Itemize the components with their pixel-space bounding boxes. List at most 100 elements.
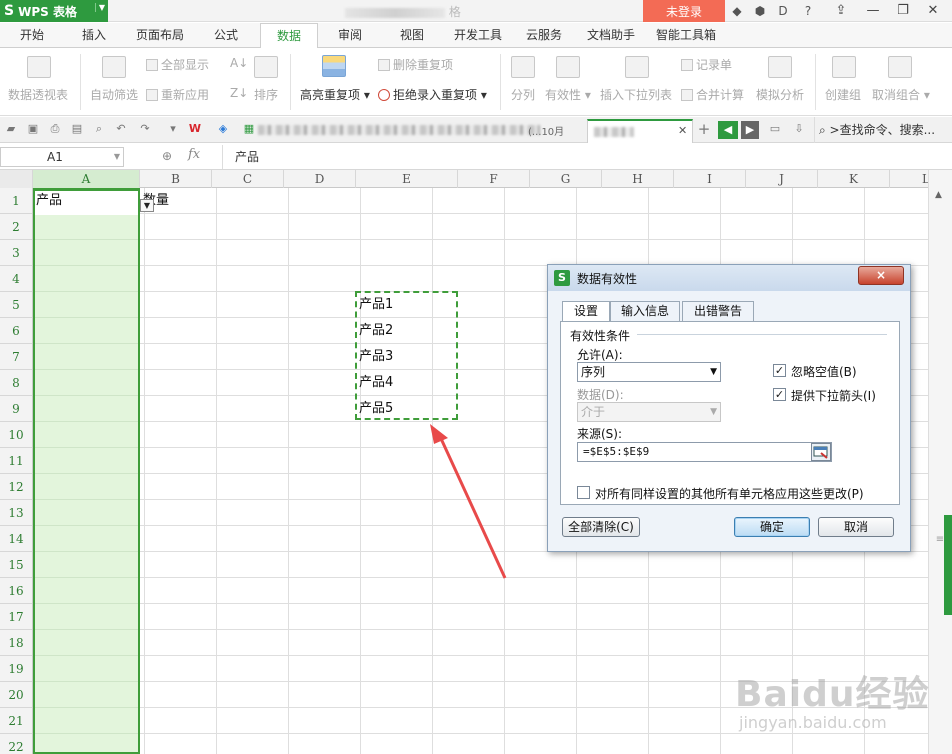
col-header-g[interactable]: G: [530, 170, 602, 188]
row-header-5[interactable]: 5: [0, 292, 32, 318]
tab-error-alert[interactable]: 出错警告: [682, 301, 754, 321]
col-header-d[interactable]: D: [284, 170, 356, 188]
clear-all-button[interactable]: 全部清除(C): [562, 517, 640, 537]
cube-icon[interactable]: ◈: [216, 122, 230, 136]
login-button[interactable]: 未登录: [643, 0, 725, 22]
maximize-button[interactable]: ❐: [888, 0, 918, 22]
row-header-22[interactable]: 22: [0, 734, 32, 754]
tab-prev-button[interactable]: ◀: [718, 121, 738, 139]
row-header-13[interactable]: 13: [0, 500, 32, 526]
tab-insert[interactable]: 插入: [70, 23, 118, 48]
col-header-f[interactable]: F: [458, 170, 530, 188]
col-header-c[interactable]: C: [212, 170, 284, 188]
row-header-16[interactable]: 16: [0, 578, 32, 604]
validity-button[interactable]: 有效性 ▾: [545, 86, 591, 103]
row-header-6[interactable]: 6: [0, 318, 32, 344]
tab-smart-toolbox[interactable]: 智能工具箱: [650, 23, 722, 48]
create-group-button[interactable]: 创建组: [825, 86, 861, 103]
command-search-input[interactable]: ⌕ >查找命令、搜索...: [814, 117, 952, 143]
wps-home-icon[interactable]: W: [188, 122, 202, 136]
pivot-table-button[interactable]: 数据透视表: [8, 86, 68, 103]
help-icon[interactable]: ?: [800, 3, 816, 19]
range-picker-button[interactable]: [811, 443, 831, 461]
row-header-17[interactable]: 17: [0, 604, 32, 630]
select-all-corner[interactable]: [0, 170, 33, 188]
doc-tab-partial[interactable]: (...10月: [528, 123, 564, 138]
active-document-tab[interactable]: ✕: [587, 119, 693, 143]
save-icon[interactable]: ▣: [26, 122, 40, 136]
col-header-j[interactable]: J: [746, 170, 818, 188]
ignore-blank-checkbox[interactable]: ✓: [773, 364, 786, 377]
apply-all-checkbox[interactable]: [577, 486, 590, 499]
print-icon[interactable]: ⎙: [48, 122, 62, 136]
row-header-20[interactable]: 20: [0, 682, 32, 708]
undo-icon[interactable]: ↶: [114, 122, 128, 136]
skin-icon[interactable]: ◆: [729, 3, 745, 19]
row-header-2[interactable]: 2: [0, 214, 32, 240]
sort-descending-icon[interactable]: Z↓: [230, 86, 248, 100]
consolidate-button[interactable]: 合并计算: [681, 86, 744, 103]
ungroup-button[interactable]: 取消组合 ▾: [872, 86, 930, 103]
name-box[interactable]: A1 ▼: [0, 147, 124, 167]
sort-button[interactable]: 排序: [254, 86, 278, 103]
row-header-11[interactable]: 11: [0, 448, 32, 474]
cell-a1[interactable]: 产品: [36, 188, 62, 214]
sort-ascending-icon[interactable]: A↓: [230, 56, 248, 70]
gift-icon[interactable]: ⬢: [752, 3, 768, 19]
tab-view[interactable]: 视图: [388, 23, 436, 48]
chevron-down-icon[interactable]: ▾: [166, 122, 180, 136]
scroll-up-icon[interactable]: ▲: [935, 190, 942, 200]
tab-page-layout[interactable]: 页面布局: [128, 23, 192, 48]
close-tab-icon[interactable]: ✕: [678, 124, 687, 137]
allow-select[interactable]: 序列 ▼: [577, 362, 721, 382]
insert-dropdown-button[interactable]: 插入下拉列表: [600, 86, 672, 103]
col-header-e[interactable]: E: [356, 170, 458, 188]
row-header-19[interactable]: 19: [0, 656, 32, 682]
zoom-formula-icon[interactable]: ⊕: [162, 149, 172, 163]
row-header-14[interactable]: 14: [0, 526, 32, 552]
col-header-l[interactable]: L: [890, 170, 928, 188]
tab-data[interactable]: 数据: [260, 23, 318, 49]
reapply-button[interactable]: 重新应用: [146, 86, 209, 103]
row-header-21[interactable]: 21: [0, 708, 32, 734]
app-menu-button[interactable]: S WPS 表格 ▼: [0, 0, 108, 22]
row-header-9[interactable]: 9: [0, 396, 32, 422]
col-header-h[interactable]: H: [602, 170, 674, 188]
tab-settings[interactable]: 设置: [562, 301, 610, 322]
download-icon[interactable]: ⇩: [792, 122, 806, 136]
row-header-15[interactable]: 15: [0, 552, 32, 578]
row-header-8[interactable]: 8: [0, 370, 32, 396]
new-tab-icon[interactable]: +: [697, 122, 711, 137]
row-header-4[interactable]: 4: [0, 266, 32, 292]
tab-home[interactable]: 开始: [8, 23, 56, 48]
record-form-button[interactable]: 记录单: [681, 56, 732, 73]
tab-input-message[interactable]: 输入信息: [610, 301, 680, 321]
row-header-3[interactable]: 3: [0, 240, 32, 266]
zoom-preview-icon[interactable]: ⌕: [92, 122, 106, 136]
cell-dropdown-arrow-icon[interactable]: ▼: [140, 199, 154, 212]
row-header-12[interactable]: 12: [0, 474, 32, 500]
col-header-a[interactable]: A: [33, 170, 140, 188]
formula-input[interactable]: 产品: [222, 145, 922, 169]
minimize-button[interactable]: —: [858, 0, 888, 22]
row-header-1[interactable]: 1: [0, 188, 32, 214]
dialog-close-button[interactable]: ×: [858, 266, 904, 285]
row-header-18[interactable]: 18: [0, 630, 32, 656]
redo-icon[interactable]: ↷: [138, 122, 152, 136]
dropdown-arrow-checkbox[interactable]: ✓: [773, 388, 786, 401]
col-header-i[interactable]: I: [674, 170, 746, 188]
open-folder-icon[interactable]: ▰: [4, 122, 18, 136]
autofilter-button[interactable]: 自动筛选: [90, 86, 138, 103]
tab-cloud[interactable]: 云服务: [518, 23, 570, 48]
side-panel-tab[interactable]: [944, 515, 952, 615]
sheet-doc-icon[interactable]: ▦: [242, 122, 256, 136]
cancel-button[interactable]: 取消: [818, 517, 894, 537]
dialog-titlebar[interactable]: S 数据有效性 ×: [548, 265, 910, 291]
simulate-analysis-button[interactable]: 模拟分析: [756, 86, 804, 103]
share-icon[interactable]: D: [775, 3, 791, 19]
tab-developer[interactable]: 开发工具: [446, 23, 510, 48]
highlight-duplicates-button[interactable]: 高亮重复项 ▾: [300, 86, 370, 103]
tab-next-button[interactable]: ▶: [741, 121, 759, 139]
source-input[interactable]: =$E$5:$E$9: [577, 442, 832, 462]
split-button[interactable]: 分列: [511, 86, 535, 103]
